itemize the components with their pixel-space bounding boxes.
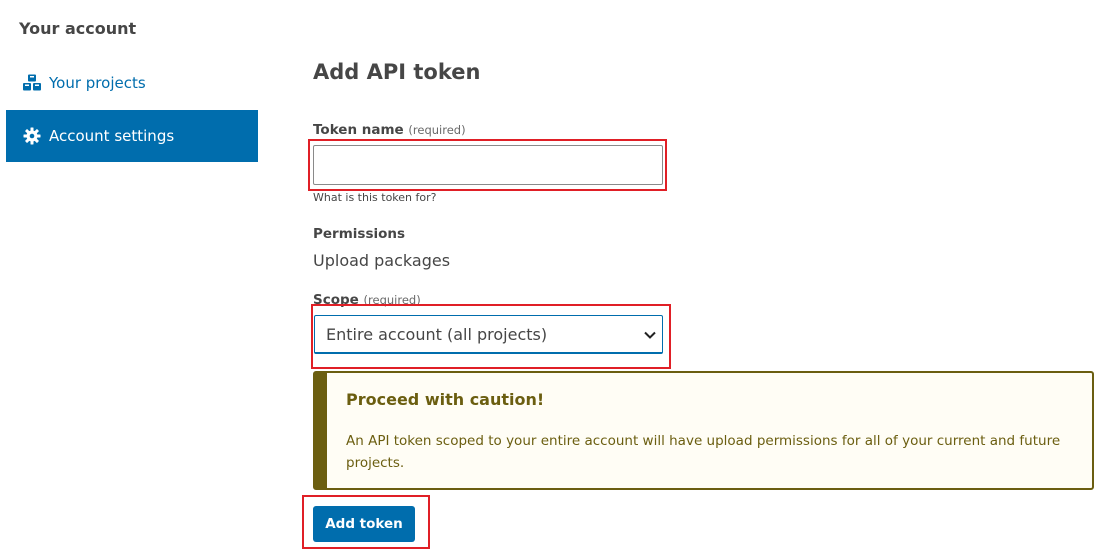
permissions-value: Upload packages bbox=[313, 251, 451, 270]
chevron-down-icon bbox=[643, 327, 657, 341]
caution-title: Proceed with caution! bbox=[346, 390, 545, 409]
sidebar-item-label: Account settings bbox=[49, 127, 175, 145]
caution-callout: Proceed with caution! An API token scope… bbox=[313, 371, 1094, 490]
sidebar-item-label: Your projects bbox=[49, 74, 146, 92]
add-token-button[interactable]: Add token bbox=[313, 506, 415, 542]
token-name-help: What is this token for? bbox=[313, 191, 437, 204]
required-note: (required) bbox=[408, 123, 466, 137]
gear-icon bbox=[22, 126, 42, 146]
token-name-label: Token name (required) bbox=[313, 122, 466, 138]
scope-label: Scope (required) bbox=[313, 292, 421, 308]
page-title: Add API token bbox=[313, 60, 481, 84]
scope-selected-value: Entire account (all projects) bbox=[326, 324, 548, 344]
scope-label-text: Scope bbox=[313, 292, 359, 308]
scope-select[interactable]: Entire account (all projects) bbox=[314, 315, 663, 354]
sidebar-heading: Your account bbox=[19, 19, 137, 38]
required-note: (required) bbox=[363, 293, 421, 307]
permissions-label: Permissions bbox=[313, 226, 406, 242]
cubes-icon bbox=[22, 73, 42, 93]
token-name-label-text: Token name bbox=[313, 122, 404, 138]
sidebar-item-account-settings[interactable]: Account settings bbox=[6, 110, 258, 162]
caution-body: An API token scoped to your entire accou… bbox=[346, 433, 1061, 471]
sidebar-item-your-projects[interactable]: Your projects bbox=[6, 57, 258, 109]
token-name-input[interactable] bbox=[313, 145, 663, 185]
page: Your account Your projects Account setti… bbox=[0, 0, 1104, 553]
